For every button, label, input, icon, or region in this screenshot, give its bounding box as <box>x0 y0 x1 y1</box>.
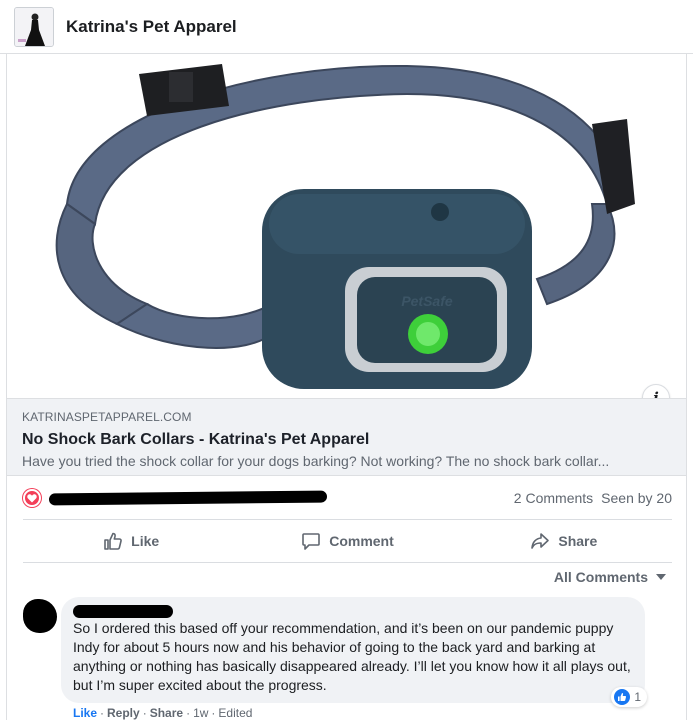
commenter-avatar-redacted[interactable] <box>23 599 57 633</box>
separator: · <box>100 706 105 720</box>
comment-share-link[interactable]: Share <box>150 706 183 720</box>
product-image[interactable]: PetSafe i <box>7 54 686 398</box>
post-action-bar: Like Comment Share <box>23 519 672 563</box>
link-preview[interactable]: KATRINASPETAPPAREL.COM No Shock Bark Col… <box>7 398 686 476</box>
seen-by-count[interactable]: Seen by 20 <box>601 490 672 506</box>
comment-text: So I ordered this based off your recomme… <box>73 620 631 693</box>
comment-reply-link[interactable]: Reply <box>107 706 140 720</box>
share-arrow-icon <box>531 533 550 549</box>
heart-icon <box>27 493 37 502</box>
share-label: Share <box>558 533 598 549</box>
comment-timestamp[interactable]: 1w <box>193 706 208 720</box>
thumbs-up-icon <box>104 532 123 550</box>
avatar-dress-image <box>15 7 53 46</box>
separator: · <box>211 706 216 720</box>
comment-reaction-number: 1 <box>634 690 641 704</box>
comments-filter-label: All Comments <box>553 569 648 585</box>
brand-text: PetSafe <box>401 293 453 309</box>
link-title[interactable]: No Shock Bark Collars - Katrina's Pet Ap… <box>22 431 671 449</box>
comment-icon <box>302 533 321 550</box>
like-reaction-icon <box>614 689 631 705</box>
separator: · <box>142 706 147 720</box>
comment-reaction-count[interactable]: 1 <box>611 687 647 707</box>
comment-label: Comment <box>329 533 394 549</box>
like-label: Like <box>131 533 160 549</box>
link-domain: KATRINASPETAPPAREL.COM <box>22 410 192 424</box>
comment-actions: Like · Reply · Share · 1w · Edited <box>73 706 252 720</box>
link-description: Have you tried the shock collar for your… <box>22 453 610 469</box>
comment-edited-label[interactable]: Edited <box>218 706 252 720</box>
comments-count[interactable]: 2 Comments <box>514 490 593 506</box>
separator: · <box>186 706 191 720</box>
love-reaction-icon[interactable] <box>23 489 41 507</box>
reactions-row: 2 Comments Seen by 20 <box>23 486 672 510</box>
comment-button[interactable]: Comment <box>239 520 455 562</box>
post-stats: 2 Comments Seen by 20 <box>514 490 672 506</box>
redacted-commenter-name[interactable] <box>73 605 173 618</box>
comment-bubble: So I ordered this based off your recomme… <box>61 597 647 707</box>
page-header: Katrina's Pet Apparel <box>0 0 693 54</box>
page-avatar[interactable] <box>14 6 54 47</box>
thumbs-up-icon <box>618 693 627 701</box>
comment-like-link[interactable]: Like <box>73 706 97 720</box>
like-button[interactable]: Like <box>23 520 239 562</box>
redacted-reactor-names <box>48 490 328 506</box>
page-name[interactable]: Katrina's Pet Apparel <box>66 17 237 37</box>
chevron-down-icon <box>656 574 666 580</box>
post-card: PetSafe i KATRINASPETAPPAREL.COM No Shoc… <box>6 54 687 720</box>
comments-filter-dropdown[interactable]: All Comments <box>554 569 666 585</box>
bark-collar-image: PetSafe <box>55 64 635 389</box>
share-button[interactable]: Share <box>456 520 672 562</box>
